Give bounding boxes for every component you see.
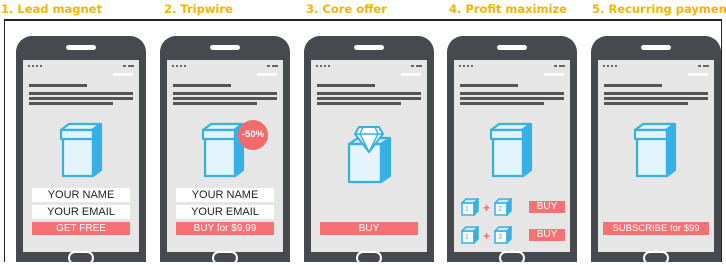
- phone-speaker: [210, 45, 240, 50]
- home-button: [68, 251, 94, 265]
- text-line: [604, 102, 688, 105]
- cube-icon: [494, 226, 512, 244]
- phone-speaker: [354, 45, 384, 50]
- step-title-lead-magnet: 1. Lead magnet: [1, 2, 102, 16]
- text-line: [460, 97, 564, 100]
- text-line: [173, 102, 257, 105]
- email-field[interactable]: YOUR EMAIL: [32, 205, 130, 219]
- status-bar-battery: [554, 65, 565, 67]
- phone-speaker: [497, 45, 527, 50]
- cube-number: 3: [498, 234, 502, 241]
- phone-screen: BUY: [311, 60, 427, 252]
- phone-screen: -50% YOUR NAME YOUR EMAIL BUY for $9,99: [167, 60, 283, 252]
- home-button: [356, 251, 382, 265]
- buy-button[interactable]: BUY for $9,99: [176, 222, 274, 235]
- text-line: [317, 97, 421, 100]
- plus-sign: +: [483, 201, 491, 215]
- discount-badge: -50%: [238, 120, 268, 150]
- box-icon: [59, 122, 103, 178]
- buy-button[interactable]: BUY: [320, 222, 418, 235]
- get-free-button[interactable]: GET FREE: [32, 222, 130, 235]
- box-icon: [489, 122, 533, 178]
- status-bar-battery: [123, 65, 134, 67]
- text-line: [604, 92, 708, 95]
- phone-lead-magnet: YOUR NAME YOUR EMAIL GET FREE: [16, 36, 146, 265]
- phone-screen: 1 + 2 BUY 1 + 3 BUY: [454, 60, 570, 252]
- text-line: [29, 84, 87, 87]
- status-bar-battery: [698, 65, 709, 67]
- phone-screen: YOUR NAME YOUR EMAIL GET FREE: [23, 60, 139, 252]
- diamond-box-icon: [347, 126, 392, 184]
- text-line: [460, 102, 544, 105]
- status-bar-battery: [267, 65, 278, 67]
- text-line: [29, 102, 113, 105]
- text-line: [317, 92, 421, 95]
- phone-tripwire: -50% YOUR NAME YOUR EMAIL BUY for $9,99: [160, 36, 290, 265]
- home-button: [643, 251, 669, 265]
- text-line: [460, 84, 518, 87]
- header-bar: [688, 73, 708, 76]
- text-line: [604, 84, 662, 87]
- step-title-tripwire: 2. Tripwire: [164, 2, 233, 16]
- cube-number: 2: [498, 206, 502, 213]
- cube-number: 1: [465, 206, 469, 213]
- cube-number: 1: [465, 234, 469, 241]
- text-line: [173, 92, 277, 95]
- phone-speaker: [66, 45, 96, 50]
- phone-recurring-payments: SUBSCRIBE for $99: [591, 36, 721, 265]
- text-line: [173, 84, 231, 87]
- step-title-profit-maximize: 4. Profit maximize: [449, 2, 567, 16]
- header-bar: [401, 73, 421, 76]
- buy-bundle-button[interactable]: BUY: [529, 201, 565, 213]
- header-bar: [544, 73, 564, 76]
- cube-icon: [461, 198, 479, 216]
- phone-screen: SUBSCRIBE for $99: [598, 60, 714, 252]
- plus-sign: +: [483, 229, 491, 243]
- status-bar-signal: [28, 65, 42, 67]
- email-field[interactable]: YOUR EMAIL: [176, 205, 274, 219]
- status-bar-signal: [603, 65, 617, 67]
- header-bar: [113, 73, 133, 76]
- name-field[interactable]: YOUR NAME: [176, 188, 274, 202]
- text-line: [173, 97, 277, 100]
- text-line: [460, 92, 564, 95]
- step-title-recurring-payments: 5. Recurring payments: [592, 2, 726, 16]
- buy-bundle-button[interactable]: BUY: [529, 229, 565, 241]
- name-field[interactable]: YOUR NAME: [32, 188, 130, 202]
- home-button: [499, 251, 525, 265]
- text-line: [317, 84, 375, 87]
- phone-core-offer: BUY: [304, 36, 434, 265]
- status-bar-signal: [172, 65, 186, 67]
- phone-speaker: [641, 45, 671, 50]
- header-bar: [257, 73, 277, 76]
- text-line: [29, 97, 133, 100]
- box-icon: [633, 122, 677, 178]
- text-line: [604, 97, 708, 100]
- home-button: [212, 251, 238, 265]
- text-line: [29, 92, 133, 95]
- status-bar-battery: [411, 65, 422, 67]
- cube-icon: [461, 226, 479, 244]
- status-bar-signal: [316, 65, 330, 67]
- text-line: [317, 102, 401, 105]
- cube-icon: [494, 198, 512, 216]
- step-title-core-offer: 3. Core offer: [306, 2, 387, 16]
- phone-profit-maximize: 1 + 2 BUY 1 + 3 BUY: [447, 36, 577, 265]
- subscribe-button[interactable]: SUBSCRIBE for $99: [603, 222, 709, 235]
- status-bar-signal: [459, 65, 473, 67]
